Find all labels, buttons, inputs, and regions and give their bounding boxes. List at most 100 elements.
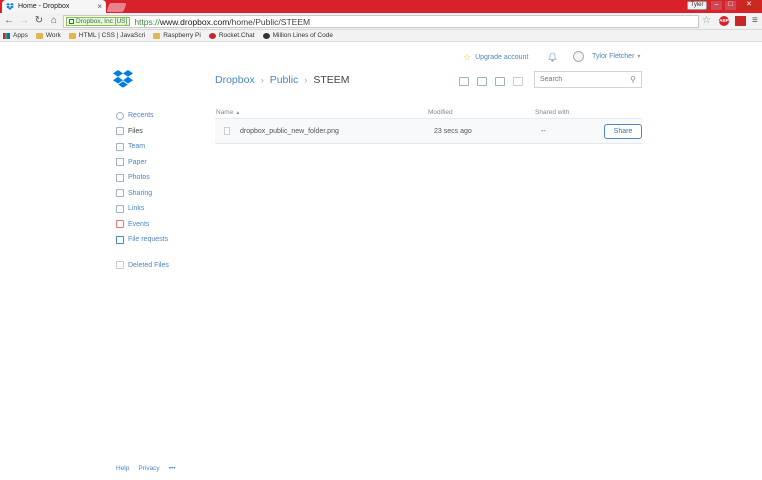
profile-chip[interactable]: Tyler xyxy=(687,1,707,10)
maximize-icon[interactable]: □ xyxy=(725,1,736,10)
sidebar-item-sharing[interactable]: Sharing xyxy=(116,186,206,202)
sharing-icon xyxy=(116,189,124,198)
more-icon[interactable]: ••• xyxy=(169,465,176,472)
sort-ascending-icon: ▲ xyxy=(235,109,241,116)
new-tab-button[interactable] xyxy=(106,3,127,12)
breadcrumb-public[interactable]: Public xyxy=(270,74,299,86)
breadcrumb-dropbox[interactable]: Dropbox xyxy=(215,74,255,86)
sidebar-item-label: File requests xyxy=(128,236,169,244)
bookmark-html-css[interactable]: HTML | CSS | JavaScri xyxy=(68,32,146,39)
apps-icon xyxy=(3,32,10,39)
clock-icon xyxy=(116,111,124,120)
chrome-menu-icon[interactable]: ≡ xyxy=(752,15,758,26)
adblock-plus-icon[interactable]: ABP xyxy=(719,16,729,26)
sidebar-item-label: Deleted Files xyxy=(128,261,169,269)
help-link[interactable]: Help xyxy=(116,465,129,472)
bookmark-label: Million Lines of Code xyxy=(272,32,333,39)
breadcrumb-separator: › xyxy=(304,75,308,85)
file-name[interactable]: dropbox_public_new_folder.png xyxy=(240,128,434,135)
chevron-down-icon: ▾ xyxy=(637,54,641,60)
bookmark-apps[interactable]: Apps xyxy=(3,32,28,39)
bookmark-label: Rocket.Chat xyxy=(218,32,255,39)
address-bar[interactable]: Dropbox, Inc [US] https://www.dropbox.co… xyxy=(63,15,699,28)
sidebar-item-label: Sharing xyxy=(128,189,153,197)
file-shared-with: -- xyxy=(541,127,546,135)
bookmark-label: Work xyxy=(45,32,61,39)
footer: Help Privacy ••• xyxy=(116,465,185,472)
file-list: Name ▲ Modified Shared with dropbox_publi… xyxy=(215,106,642,144)
column-shared-with[interactable]: Shared with xyxy=(535,109,599,116)
paper-icon xyxy=(116,158,124,167)
home-icon[interactable]: ⌂ xyxy=(48,15,60,27)
bookmarks-bar: Apps Work HTML | CSS | JavaScri Raspberr… xyxy=(0,30,762,42)
sidebar-item-paper[interactable]: Paper xyxy=(116,155,206,171)
new-shared-folder-icon[interactable] xyxy=(495,77,505,86)
page-title: STEEM xyxy=(313,74,350,86)
share-button[interactable]: Share xyxy=(604,123,642,139)
sidebar-item-links[interactable]: Links xyxy=(116,201,206,217)
image-file-icon xyxy=(224,127,230,135)
bookmark-work[interactable]: Work xyxy=(35,32,61,39)
sidebar-item-recents[interactable]: Recents xyxy=(116,108,206,124)
upgrade-account-link[interactable]: ☆ Upgrade account xyxy=(463,52,528,63)
star-icon: ☆ xyxy=(463,52,472,62)
bookmark-raspberry-pi[interactable]: Raspberry Pi xyxy=(153,32,201,39)
tab-close-icon[interactable]: × xyxy=(97,2,102,11)
sidebar-item-label: Photos xyxy=(128,174,150,182)
sidebar-item-label: Team xyxy=(128,143,146,151)
url-path: /home/Public/STEEM xyxy=(229,16,311,27)
sidebar: Recents Files Team Paper Photos Sharing … xyxy=(116,108,206,273)
sidebar-item-photos[interactable]: Photos xyxy=(116,170,206,186)
sidebar-item-events[interactable]: Events xyxy=(116,217,206,233)
file-modified: 23 secs ago xyxy=(434,127,472,135)
folder-icon xyxy=(35,32,43,39)
bookmark-star-icon[interactable]: ☆ xyxy=(702,15,711,26)
bookmark-rocket-chat[interactable]: Rocket.Chat xyxy=(208,32,255,39)
user-name: Tylor Fletcher xyxy=(592,53,635,60)
photos-icon xyxy=(116,173,124,182)
url-host: www.dropbox.com xyxy=(159,16,230,27)
sidebar-item-label: Links xyxy=(128,205,145,213)
back-icon[interactable]: ← xyxy=(3,15,15,27)
search-input[interactable] xyxy=(540,76,631,83)
file-request-icon xyxy=(116,235,124,244)
browser-tab[interactable]: Home - Dropbox × xyxy=(2,0,106,13)
url-protocol: https:// xyxy=(134,16,160,27)
reload-icon[interactable]: ↻ xyxy=(33,15,45,27)
column-name[interactable]: Name ▲ xyxy=(215,109,428,116)
sidebar-item-team[interactable]: Team xyxy=(116,139,206,155)
account-menu[interactable]: Tylor Fletcher ▾ xyxy=(573,51,640,62)
forward-icon[interactable]: → xyxy=(18,15,30,27)
bookmark-million-lines[interactable]: Million Lines of Code xyxy=(262,32,333,39)
notification-bell-icon[interactable] xyxy=(548,52,557,62)
column-modified[interactable]: Modified xyxy=(428,109,535,116)
sidebar-item-label: Files xyxy=(128,127,143,135)
table-row[interactable]: dropbox_public_new_folder.png 23 secs ag… xyxy=(215,119,642,144)
url-text[interactable]: https://www.dropbox.com/home/Public/STEE… xyxy=(134,17,310,27)
delete-icon[interactable] xyxy=(513,77,523,86)
avatar xyxy=(573,51,584,62)
search-icon[interactable]: ⚲ xyxy=(630,75,636,84)
sidebar-item-label: Recents xyxy=(128,112,154,120)
folder-icon xyxy=(68,32,76,39)
dropbox-logo-icon[interactable] xyxy=(113,70,133,88)
sidebar-item-file-requests[interactable]: File requests xyxy=(116,232,206,248)
new-folder-icon[interactable] xyxy=(477,77,487,86)
sidebar-item-label: Paper xyxy=(128,158,147,166)
privacy-link[interactable]: Privacy xyxy=(138,465,159,472)
files-icon xyxy=(116,127,124,136)
column-name-label: Name xyxy=(216,108,234,116)
window-close-icon[interactable]: ✕ xyxy=(739,1,759,10)
rocket-icon xyxy=(208,32,216,39)
minimize-icon[interactable]: – xyxy=(711,1,722,10)
ev-certificate-badge[interactable]: Dropbox, Inc [US] xyxy=(66,17,131,26)
sidebar-item-deleted-files[interactable]: Deleted Files xyxy=(116,258,206,274)
search-box: ⚲ xyxy=(534,71,642,88)
bookmark-label: HTML | CSS | JavaScri xyxy=(78,32,146,39)
upload-file-icon[interactable] xyxy=(459,77,469,86)
extension-icon[interactable] xyxy=(735,16,746,26)
ev-certificate-text: Dropbox, Inc [US] xyxy=(76,17,128,25)
sidebar-item-files[interactable]: Files xyxy=(116,124,206,140)
file-actions xyxy=(459,77,531,86)
